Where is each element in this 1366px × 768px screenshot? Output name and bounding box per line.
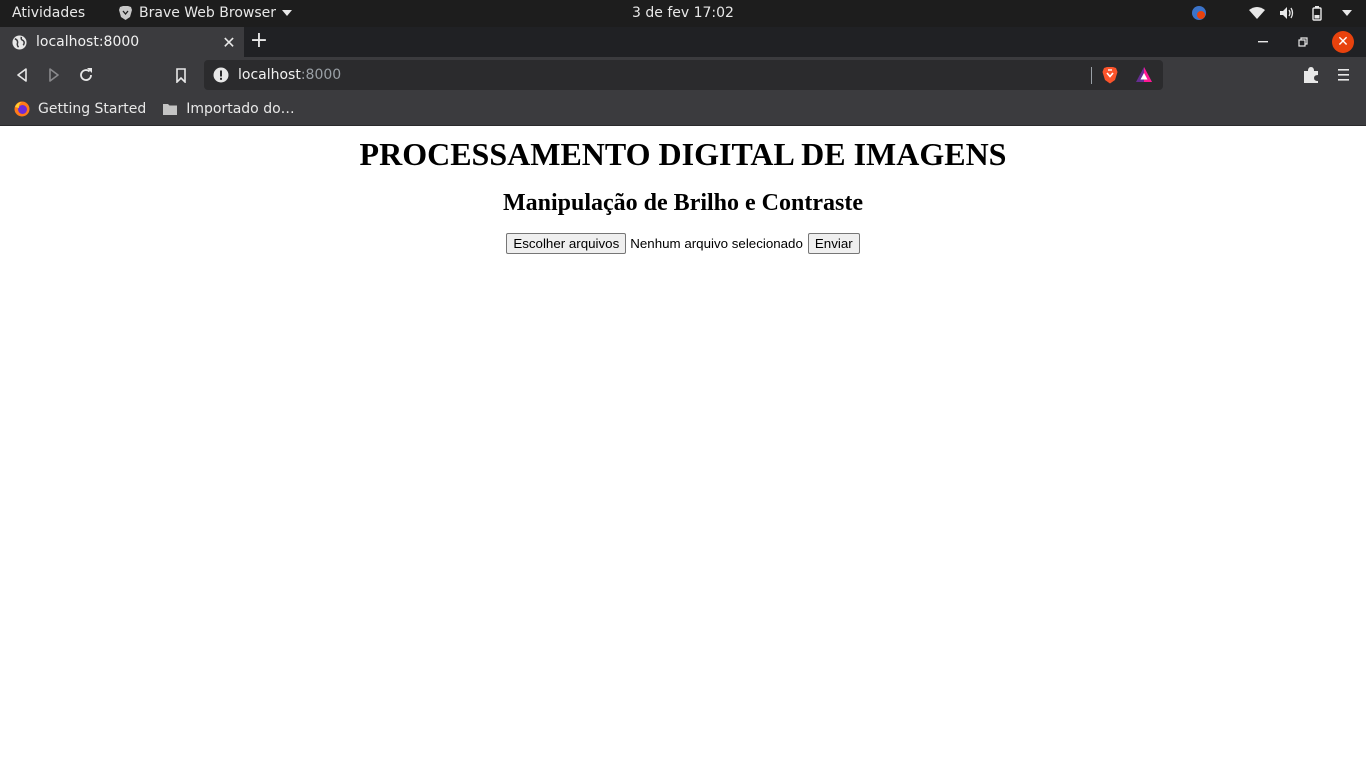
tab-title: localhost:8000 [36,34,140,50]
address-bar-divider [1091,67,1092,84]
wifi-icon[interactable] [1248,4,1266,22]
tab-strip: localhost:8000 ✕ + ✕ [0,27,1366,57]
firefox-icon [14,101,30,117]
minimize-button[interactable] [1252,31,1274,53]
page-subtitle: Manipulação de Brilho e Contraste [503,190,863,216]
bookmark-label: Importado do… [186,101,295,117]
app-name: Brave Web Browser [139,5,276,21]
system-menu-chevron-icon[interactable] [1338,4,1356,22]
tab-localhost[interactable]: localhost:8000 ✕ [0,27,244,57]
file-status-text: Nenhum arquivo selecionado [630,236,803,251]
battery-icon[interactable] [1308,4,1326,22]
address-bar[interactable]: localhost:8000 [204,60,1163,90]
brave-tray-icon[interactable] [1190,4,1208,22]
extensions-puzzle-icon[interactable] [1302,66,1320,84]
restore-button[interactable] [1292,31,1314,53]
hamburger-menu-icon[interactable] [1336,66,1352,84]
choose-files-button[interactable]: Escolher arquivos [506,233,627,254]
folder-icon [163,104,178,115]
bookmark-label: Getting Started [38,101,147,117]
site-info-icon[interactable] [213,67,229,83]
globe-icon [12,34,27,50]
window-close-button[interactable]: ✕ [1332,31,1354,53]
chevron-down-icon [282,10,292,16]
app-menu[interactable]: Brave Web Browser [118,5,292,21]
forward-button[interactable] [44,65,64,85]
bookmark-getting-started[interactable]: Getting Started [14,101,146,117]
system-top-bar: Atividades Brave Web Browser 3 de fev 17… [0,0,1366,27]
volume-icon[interactable] [1278,4,1296,22]
back-button[interactable] [12,65,32,85]
submit-button[interactable]: Enviar [807,233,860,254]
page-content: PROCESSAMENTO DIGITAL DE IMAGENS Manipul… [0,127,1366,768]
activities-button[interactable]: Atividades [12,5,85,21]
url-port: :8000 [300,67,342,83]
clock[interactable]: 3 de fev 17:02 [632,5,734,21]
upload-form: Escolher arquivos Nenhum arquivo selecio… [0,233,1366,254]
browser-toolbar: localhost:8000 [0,57,1366,93]
brave-rewards-icon[interactable] [1135,66,1153,84]
bookmark-button[interactable] [171,65,191,85]
system-tray[interactable] [1190,4,1356,22]
address-url[interactable]: localhost:8000 [238,67,341,83]
reload-button[interactable] [76,65,96,85]
new-tab-button[interactable]: + [249,30,269,52]
tab-close-icon[interactable]: ✕ [220,33,238,52]
bookmarks-bar: Getting Started Importado do… [0,93,1366,126]
bookmark-folder-imported[interactable]: Importado do… [162,101,295,117]
url-host: localhost [238,67,301,83]
page-title: PROCESSAMENTO DIGITAL DE IMAGENS [359,136,1007,172]
brave-lion-icon [119,6,132,20]
brave-shields-icon[interactable] [1101,66,1119,84]
